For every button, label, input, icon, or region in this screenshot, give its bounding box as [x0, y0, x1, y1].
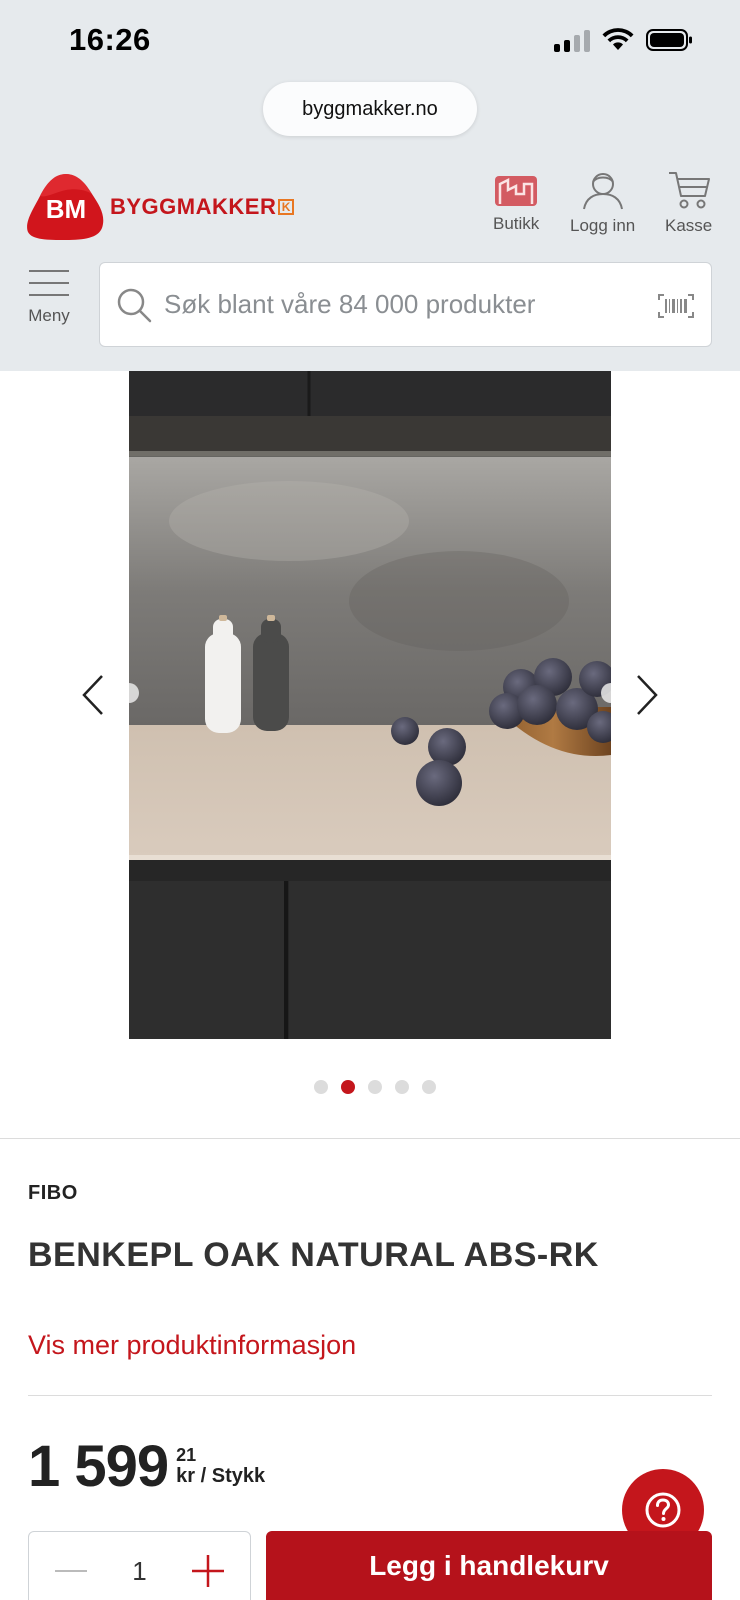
- logo-shape-icon: BM: [27, 174, 104, 240]
- status-time: 16:26: [69, 22, 151, 57]
- logo-badge: BM: [26, 172, 106, 242]
- chevron-left-icon: [82, 675, 103, 715]
- status-icons: [554, 28, 694, 52]
- search-icon: [117, 288, 152, 322]
- cellular-signal-icon: [554, 28, 590, 52]
- menu-hamburger-icon: [29, 270, 69, 272]
- cart-label: Kasse: [665, 216, 713, 235]
- search-bar[interactable]: [99, 262, 712, 347]
- product-price: 1 599 21 kr / Stykk: [28, 1437, 265, 1497]
- logo-text: BYGGMAKKER: [110, 194, 277, 219]
- gallery-dot[interactable]: [395, 1080, 409, 1094]
- svg-text:BM: BM: [46, 194, 86, 224]
- product-title: BENKEPL OAK NATURAL ABS-RK: [28, 1236, 599, 1274]
- price-unit: kr / Stykk: [176, 1465, 266, 1487]
- chevron-right-icon: [637, 675, 658, 715]
- add-to-cart-button[interactable]: Legg i handlekurv: [266, 1531, 712, 1600]
- store-icon: [495, 176, 538, 206]
- product-image[interactable]: [129, 371, 611, 1039]
- battery-icon: [646, 29, 692, 51]
- gallery-dot[interactable]: [314, 1080, 328, 1094]
- quantity-decrease-button[interactable]: [51, 1551, 91, 1591]
- search-input[interactable]: [164, 289, 634, 320]
- menu-label: Meny: [28, 306, 70, 325]
- logo-k-mark: K: [278, 199, 295, 215]
- user-icon: [582, 173, 623, 210]
- quantity-increase-button[interactable]: [188, 1551, 228, 1591]
- question-icon: [645, 1492, 681, 1528]
- section-divider: [0, 1138, 740, 1139]
- store-label: Butikk: [493, 214, 540, 233]
- next-image-button[interactable]: [622, 665, 672, 725]
- product-brand: FIBO: [28, 1182, 78, 1204]
- cart-button[interactable]: Kasse: [665, 170, 712, 236]
- gallery-dot-active[interactable]: [341, 1080, 355, 1094]
- plus-icon: [192, 1555, 224, 1587]
- login-button[interactable]: Logg inn: [570, 170, 635, 236]
- gallery-dot[interactable]: [368, 1080, 382, 1094]
- kitchen-countertop-photo: [129, 371, 611, 1039]
- gallery-dots: [314, 1080, 436, 1094]
- wifi-icon: [602, 28, 634, 50]
- cart-icon: [668, 172, 710, 209]
- menu-button[interactable]: Meny: [28, 270, 70, 326]
- login-label: Logg inn: [570, 216, 636, 235]
- prev-image-button[interactable]: [68, 665, 118, 725]
- gallery-dot[interactable]: [422, 1080, 436, 1094]
- quantity-value[interactable]: 1: [132, 1556, 146, 1587]
- store-button[interactable]: Butikk: [493, 170, 539, 234]
- address-bar[interactable]: byggmakker.no: [263, 82, 477, 136]
- price-main: 1 599: [28, 1434, 169, 1499]
- logo-wordmark: BYGGMAKKER K: [110, 194, 295, 220]
- barcode-scanner-icon[interactable]: [657, 293, 695, 319]
- byggmakker-logo[interactable]: BM BYGGMAKKER K: [26, 172, 295, 242]
- info-divider: [28, 1395, 712, 1396]
- minus-icon: [55, 1570, 87, 1572]
- quantity-stepper: 1: [28, 1531, 251, 1600]
- more-product-info-link[interactable]: Vis mer produktinformasjon: [28, 1330, 356, 1361]
- price-decimals: 21: [176, 1445, 197, 1465]
